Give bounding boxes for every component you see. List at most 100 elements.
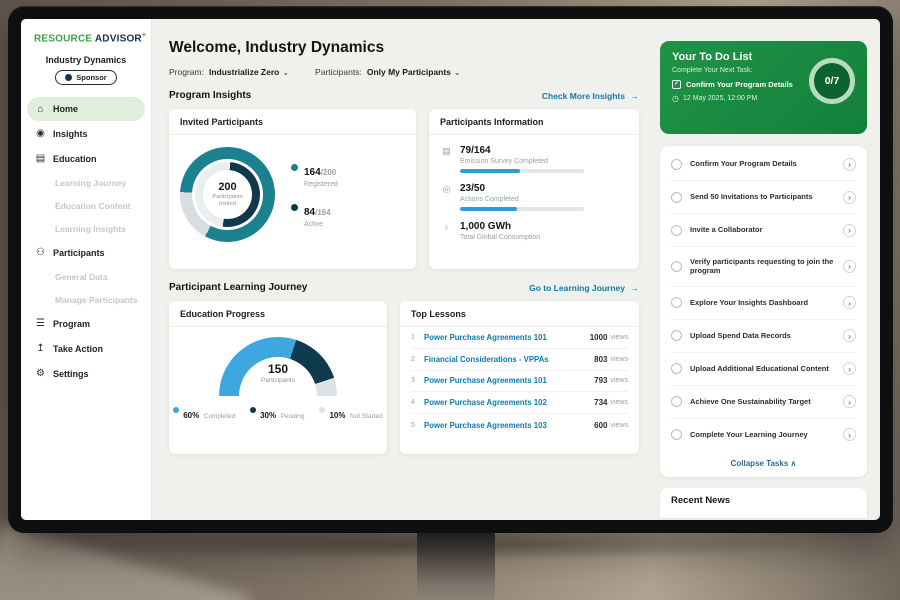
program-filter-value[interactable]: Industrialize Zero — [209, 67, 279, 77]
sidebar-item-learning-insights[interactable]: Learning Insights — [21, 217, 151, 240]
gauge-value: 150 — [219, 362, 337, 376]
chevron-right-icon[interactable]: › — [843, 362, 856, 375]
check-more-insights-link[interactable]: Check More Insights → — [542, 91, 639, 101]
chevron-right-icon[interactable]: › — [843, 428, 856, 441]
sponsor-badge[interactable]: Sponsor — [55, 70, 116, 85]
task-row[interactable]: Achieve One Sustainability Target › — [671, 386, 856, 419]
sidebar-item-education-content[interactable]: Education Content — [21, 194, 151, 217]
invited-donut-chart: 200 Participants Invited — [180, 147, 275, 242]
task-row[interactable]: Explore Your Insights Dashboard › — [671, 287, 856, 320]
chevron-right-icon[interactable]: › — [843, 395, 856, 408]
collapse-tasks-link[interactable]: Collapse Tasks ∧ — [671, 451, 856, 473]
sidebar-item-take-action[interactable]: ↥ Take Action — [21, 336, 151, 361]
lesson-title-link[interactable]: Power Purchase Agreements 101 — [424, 376, 594, 385]
chevron-down-icon[interactable]: ⌄ — [282, 68, 289, 77]
legend-pct: 10% — [329, 411, 345, 420]
task-row[interactable]: Complete Your Learning Journey › — [671, 419, 856, 451]
sidebar-item-education[interactable]: ▤ Education — [21, 146, 151, 171]
sidebar-item-learning-journey[interactable]: Learning Journey — [21, 171, 151, 194]
home-icon: ⌂ — [35, 104, 46, 115]
participants-filter-value[interactable]: Only My Participants — [367, 67, 451, 77]
sidebar-item-manage-participants[interactable]: Manage Participants — [21, 288, 151, 311]
stat-label: Actions Completed — [460, 196, 584, 203]
lesson-title-link[interactable]: Power Purchase Agreements 102 — [424, 398, 594, 407]
lesson-views: 600 — [594, 421, 607, 430]
sidebar-item-home[interactable]: ⌂ Home — [27, 97, 145, 121]
legend-label: Pending — [281, 413, 305, 420]
task-label: Upload Additional Educational Content — [690, 364, 835, 374]
donut-chart-area: 200 Participants Invited — [169, 135, 416, 242]
task-label: Send 50 Invitations to Participants — [690, 192, 835, 202]
filter-bar: Program: Industrialize Zero ⌄ Participan… — [169, 67, 639, 77]
checkbox-icon[interactable]: ✓ — [672, 80, 681, 89]
chevron-down-icon[interactable]: ⌄ — [454, 68, 461, 77]
sponsor-label: Sponsor — [76, 73, 106, 82]
participants-icon: ⚇ — [35, 247, 46, 258]
insights-cards-row: Invited Participants 200 Participants In… — [169, 109, 639, 269]
task-checkbox[interactable] — [671, 192, 682, 203]
progress-bar — [460, 169, 584, 173]
chevron-right-icon[interactable]: › — [843, 191, 856, 204]
chevron-right-icon[interactable]: › — [843, 260, 856, 273]
lesson-title-link[interactable]: Power Purchase Agreements 101 — [424, 333, 590, 342]
task-checkbox[interactable] — [671, 363, 682, 374]
lesson-row: 2 Financial Considerations - VPPAs 803 v… — [411, 349, 628, 371]
sidebar-item-settings[interactable]: ⚙ Settings — [21, 361, 151, 386]
participants-filter-label: Participants: — [315, 67, 362, 77]
stat-label: Emission Survey Completed — [460, 158, 584, 165]
program-filter-label: Program: — [169, 67, 204, 77]
take-action-icon: ↥ — [35, 343, 46, 354]
legend-value: 164 — [304, 167, 321, 178]
gauge-legend: 60% Completed 30% Pending — [173, 405, 383, 423]
legend-label: Active — [304, 221, 331, 228]
chevron-right-icon[interactable]: › — [843, 224, 856, 237]
task-checkbox[interactable] — [671, 261, 682, 272]
legend-item-active: 84/164 Active — [291, 202, 338, 228]
sidebar-item-program[interactable]: ☰ Program — [21, 311, 151, 336]
clock-icon: ◷ — [672, 94, 679, 103]
task-row[interactable]: Upload Spend Data Records › — [671, 320, 856, 353]
task-row[interactable]: Upload Additional Educational Content › — [671, 353, 856, 386]
task-row[interactable]: Confirm Your Program Details › — [671, 148, 856, 181]
legend-dot — [291, 164, 298, 171]
progress-fill — [460, 169, 520, 173]
task-row[interactable]: Invite a Collaborator › — [671, 214, 856, 247]
stat-value: 79/164 — [460, 145, 584, 156]
lesson-title-link[interactable]: Power Purchase Agreements 103 — [424, 421, 594, 430]
task-checkbox[interactable] — [671, 396, 682, 407]
sidebar-item-participants[interactable]: ⚇ Participants — [21, 240, 151, 265]
task-checkbox[interactable] — [671, 225, 682, 236]
todo-next-task[interactable]: ✓ Confirm Your Program Details — [672, 80, 805, 89]
lesson-title-link[interactable]: Financial Considerations - VPPAs — [424, 355, 594, 364]
legend-label: Not Started — [350, 413, 383, 420]
section-title: Program Insights — [169, 90, 251, 101]
settings-icon: ⚙ — [35, 368, 46, 379]
app-logo: RESOURCE ADVISOR+ — [21, 32, 151, 44]
go-to-learning-journey-link[interactable]: Go to Learning Journey → — [529, 283, 639, 293]
sidebar-item-general-data[interactable]: General Data — [21, 265, 151, 288]
task-checkbox[interactable] — [671, 159, 682, 170]
chevron-right-icon[interactable]: › — [843, 296, 856, 309]
lesson-row: 3 Power Purchase Agreements 101 793 view… — [411, 371, 628, 393]
education-progress-card: Education Progress 150 Participants — [169, 301, 387, 454]
task-label: Explore Your Insights Dashboard — [690, 298, 835, 308]
legend-dot — [319, 407, 325, 413]
learning-cards-row: Education Progress 150 Participants — [169, 301, 639, 454]
donut-legend: 164/200 Registered 84/164 Active — [291, 162, 338, 228]
legend-dot — [291, 204, 298, 211]
chevron-right-icon[interactable]: › — [843, 158, 856, 171]
task-row[interactable]: Verify participants requesting to join t… — [671, 247, 856, 287]
sidebar-item-insights[interactable]: ◉ Insights — [21, 121, 151, 146]
sponsor-icon — [65, 74, 72, 81]
actions-icon: ◎ — [441, 184, 452, 211]
lesson-views-word: views — [610, 334, 628, 341]
task-row[interactable]: Send 50 Invitations to Participants › — [671, 181, 856, 214]
task-checkbox[interactable] — [671, 297, 682, 308]
task-checkbox[interactable] — [671, 330, 682, 341]
collapse-label: Collapse Tasks — [731, 459, 789, 468]
chevron-right-icon[interactable]: › — [843, 329, 856, 342]
lesson-views: 1000 — [590, 333, 608, 342]
consumption-icon: ♁ — [441, 222, 452, 241]
task-checkbox[interactable] — [671, 429, 682, 440]
legend-pct: 60% — [183, 411, 199, 420]
